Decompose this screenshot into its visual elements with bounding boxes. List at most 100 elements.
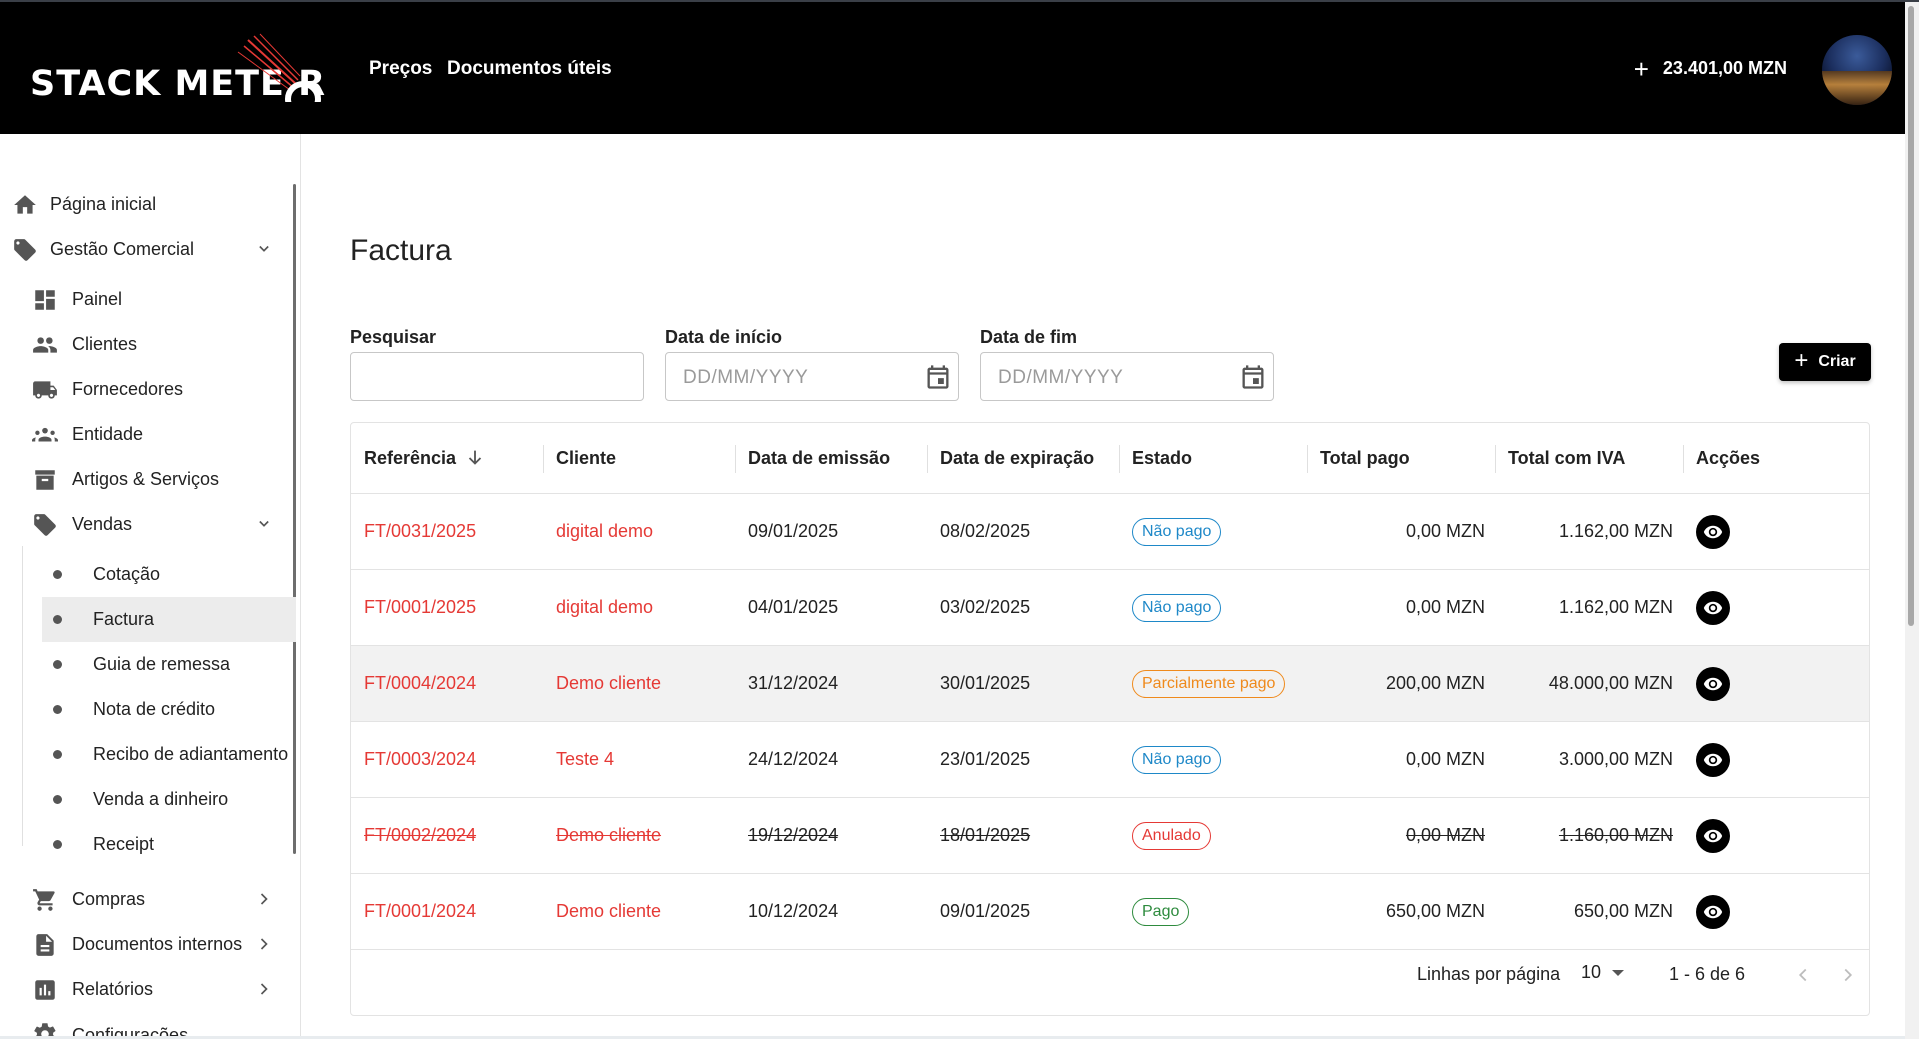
cell-data-emissao: 24/12/2024 (748, 749, 839, 769)
cell-total-iva: 1.162,00 MZN (1558, 521, 1673, 541)
cell-referencia[interactable]: FT/0031/2025 (364, 494, 476, 569)
table-row[interactable]: FT/0001/2024 Demo cliente 10/12/2024 09/… (351, 874, 1869, 950)
dashboard-icon (32, 287, 58, 313)
table-row[interactable]: FT/0004/2024 Demo cliente 31/12/2024 30/… (351, 646, 1869, 722)
cell-cliente[interactable]: Teste 4 (556, 722, 614, 797)
stack-meteor-logo[interactable]: STACK METE R (30, 33, 330, 110)
create-button[interactable]: + Criar (1779, 343, 1871, 381)
nav-documentos-uteis[interactable]: Documentos úteis (447, 58, 612, 80)
view-button[interactable] (1696, 666, 1730, 701)
column-header-data-emissao[interactable]: Data de emissão (748, 423, 890, 493)
bullet-icon (53, 705, 62, 714)
sidebar-item-venda-a-dinheiro[interactable]: Venda a dinheiro (0, 777, 296, 822)
sidebar-item-label: Venda a dinheiro (93, 789, 229, 809)
sidebar-item-clientes[interactable]: Clientes (0, 322, 296, 367)
table-row[interactable]: FT/0031/2025 digital demo 09/01/2025 08/… (351, 494, 1869, 570)
chevron-down-icon (259, 520, 269, 527)
cell-data-emissao: 09/01/2025 (748, 521, 839, 541)
cell-accoes (1696, 874, 1730, 949)
cell-cliente[interactable]: digital demo (556, 494, 653, 569)
table-pagination: Linhas por página 10 1 - 6 de 6 (351, 940, 1869, 1010)
column-header-total-iva[interactable]: Total com IVA (1508, 423, 1625, 493)
table-header: Referência Cliente Data de emissão Data … (351, 423, 1869, 494)
sidebar-item-label: Guia de remessa (93, 654, 231, 674)
create-button-label: Criar (1818, 353, 1856, 370)
view-button[interactable] (1696, 514, 1730, 549)
sidebar-item-label: Painel (72, 289, 123, 309)
document-icon (32, 932, 58, 958)
cell-referencia[interactable]: FT/0004/2024 (364, 646, 476, 721)
end-date-field[interactable]: DD/MM/YYYY (980, 352, 1274, 401)
sidebar-item-artigos-servicos[interactable]: Artigos & Serviços (0, 457, 296, 502)
sidebar-item-factura[interactable]: Factura (42, 597, 296, 642)
view-button[interactable] (1696, 742, 1730, 777)
rows-per-page-select[interactable]: 10 (1581, 962, 1625, 983)
groups-icon (32, 422, 58, 448)
cell-total-iva: 48.000,00 MZN (1548, 673, 1673, 693)
column-header-referencia[interactable]: Referência (364, 423, 486, 493)
cell-estado: Parcialmente pago (1132, 646, 1286, 721)
column-header-estado[interactable]: Estado (1132, 423, 1192, 493)
avatar[interactable] (1822, 35, 1892, 105)
sidebar-item-compras[interactable]: Compras (0, 877, 296, 922)
eye-icon (1703, 753, 1723, 766)
cell-cliente[interactable]: Demo cliente (556, 798, 661, 873)
view-button[interactable] (1696, 894, 1730, 929)
sidebar-item-gestao-comercial[interactable]: Gestão Comercial (0, 227, 296, 272)
page-title: Factura (350, 234, 452, 267)
sidebar-item-recibo-de-adiantamento[interactable]: Recibo de adiantamento (0, 732, 296, 777)
cell-referencia[interactable]: FT/0001/2025 (364, 570, 476, 645)
chevron-right-icon (260, 893, 268, 905)
cell-cliente[interactable]: Demo cliente (556, 646, 661, 721)
sort-arrow-down-icon[interactable] (464, 447, 486, 469)
status-badge: Não pago (1132, 745, 1222, 774)
pagination-range: 1 - 6 de 6 (1669, 964, 1746, 984)
sidebar-item-label: Relatórios (72, 979, 154, 999)
cell-cliente[interactable]: Demo cliente (556, 874, 661, 949)
plus-icon: + (1633, 53, 1649, 84)
sidebar-item-label: Vendas (72, 514, 133, 534)
sidebar-item-receipt[interactable]: Receipt (0, 822, 296, 867)
sidebar-item-painel[interactable]: Painel (0, 277, 296, 322)
view-button[interactable] (1696, 818, 1730, 853)
cell-data-expiracao: 23/01/2025 (940, 749, 1031, 769)
cell-accoes (1696, 570, 1730, 645)
chevron-right-icon (1844, 968, 1853, 982)
cell-total-iva: 3.000,00 MZN (1558, 749, 1673, 769)
eye-icon (1703, 601, 1723, 614)
previous-page-button[interactable] (1788, 960, 1818, 990)
start-date-field[interactable]: DD/MM/YYYY (665, 352, 959, 401)
sidebar-item-vendas[interactable]: Vendas (0, 502, 296, 547)
cell-cliente[interactable]: digital demo (556, 570, 653, 645)
sidebar-item-pagina-inicial[interactable]: Página inicial (0, 182, 296, 227)
column-header-cliente[interactable]: Cliente (556, 423, 616, 493)
cell-referencia[interactable]: FT/0001/2024 (364, 874, 476, 949)
search-label: Pesquisar (350, 327, 437, 347)
sidebar-item-guia-de-remessa[interactable]: Guia de remessa (0, 642, 296, 687)
cell-total-pago: 0,00 MZN (1405, 521, 1485, 541)
sidebar-item-documentos-internos[interactable]: Documentos internos (0, 922, 296, 967)
page-scrollbar[interactable] (1905, 2, 1919, 1039)
sidebar-item-fornecedores[interactable]: Fornecedores (0, 367, 296, 412)
column-header-data-expiracao[interactable]: Data de expiração (940, 423, 1094, 493)
sidebar-item-entidade[interactable]: Entidade (0, 412, 296, 457)
balance-button[interactable]: + 23.401,00 MZN (1633, 53, 1787, 84)
column-header-total-pago[interactable]: Total pago (1320, 423, 1410, 493)
calendar-icon[interactable] (1239, 363, 1267, 391)
sidebar-item-relatorios[interactable]: Relatórios (0, 967, 296, 1012)
nav-precos[interactable]: Preços (369, 58, 432, 80)
search-input[interactable] (350, 352, 644, 401)
eye-icon (1703, 677, 1723, 690)
table-row[interactable]: FT/0002/2024 Demo cliente 19/12/2024 18/… (351, 798, 1869, 874)
next-page-button[interactable] (1833, 960, 1863, 990)
table-row[interactable]: FT/0003/2024 Teste 4 24/12/2024 23/01/20… (351, 722, 1869, 798)
cell-referencia[interactable]: FT/0002/2024 (364, 798, 476, 873)
sidebar-item-cotacao[interactable]: Cotação (0, 552, 296, 597)
sidebar-item-configuracoes[interactable]: Configurações (0, 1012, 296, 1039)
sidebar-item-nota-de-credito[interactable]: Nota de crédito (0, 687, 296, 732)
table-row[interactable]: FT/0001/2025 digital demo 04/01/2025 03/… (351, 570, 1869, 646)
calendar-icon[interactable] (924, 363, 952, 391)
view-button[interactable] (1696, 590, 1730, 625)
cell-referencia[interactable]: FT/0003/2024 (364, 722, 476, 797)
invoices-table: Referência Cliente Data de emissão Data … (350, 422, 1870, 1016)
